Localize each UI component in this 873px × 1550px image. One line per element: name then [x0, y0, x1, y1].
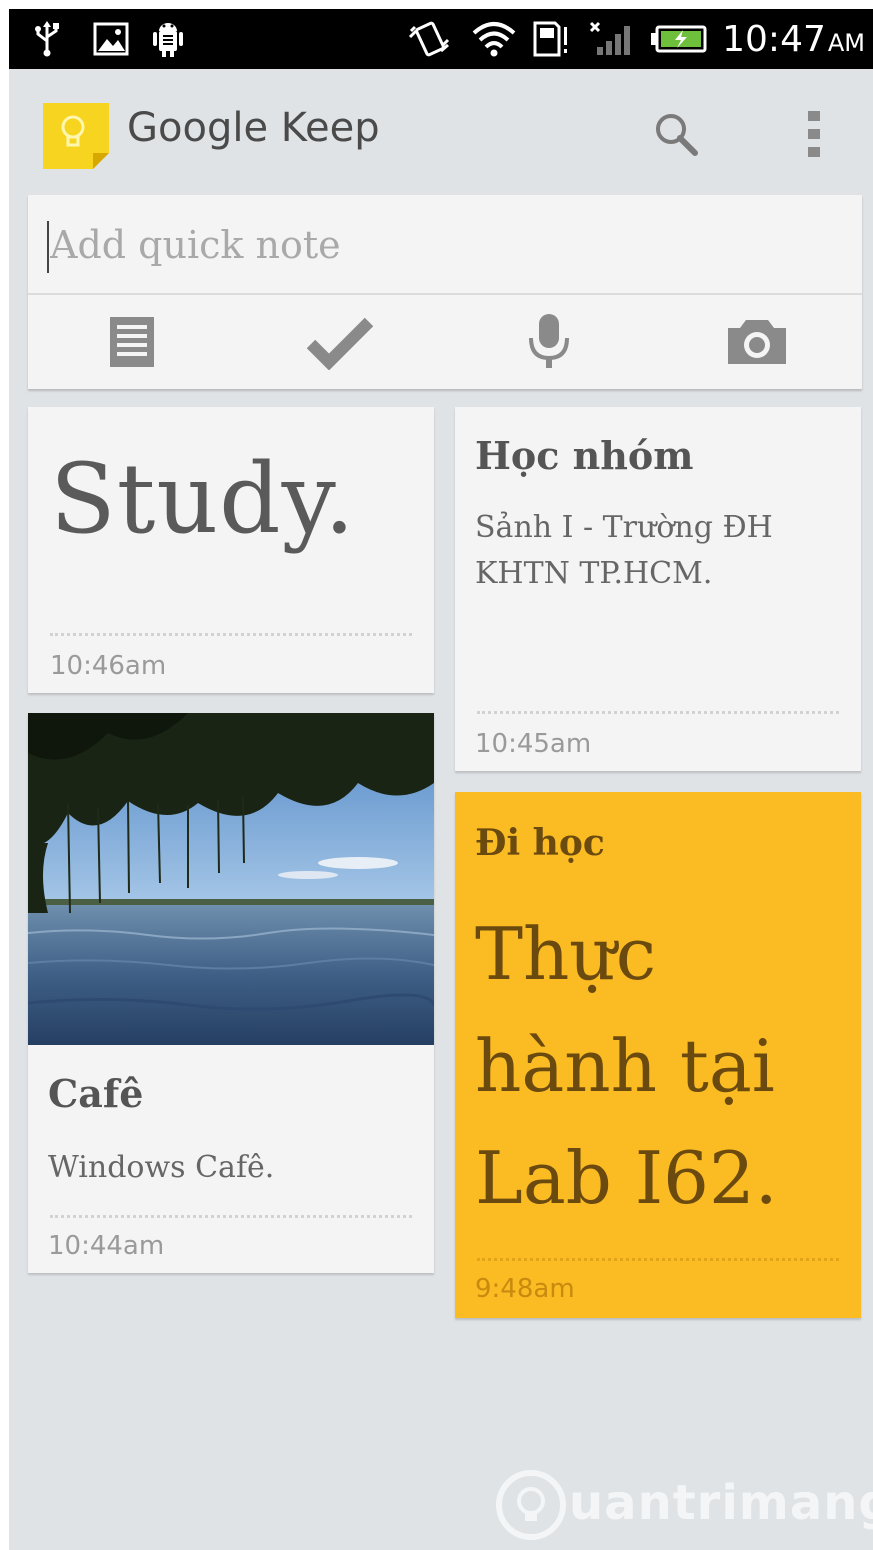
screen: 10:47AM Google Keep Add quick note Study…	[9, 9, 873, 1550]
note-card-study[interactable]: Study. 10:46am	[28, 407, 434, 693]
voice-note-button[interactable]	[514, 307, 584, 377]
camera-icon	[728, 320, 786, 364]
note-title: Học nhóm	[475, 433, 694, 478]
lake-photo	[28, 713, 434, 1045]
text-cursor	[47, 221, 49, 273]
note-card-hoc-nhom[interactable]: Học nhóm Sảnh I - Trường ĐH KHTN TP.HCM.…	[455, 407, 861, 771]
note-body: Windows Cafê.	[48, 1150, 275, 1185]
note-card-cafe[interactable]: Cafê Windows Cafê. 10:44am	[28, 713, 434, 1273]
quick-note-toolbar	[28, 295, 862, 389]
sd-card-icon	[533, 21, 567, 57]
keep-logo-icon	[43, 103, 109, 169]
watermark-text: uantrimang	[569, 1475, 873, 1531]
note-title: Cafê	[48, 1071, 144, 1116]
note-divider	[50, 633, 412, 636]
note-time: 9:48am	[475, 1274, 575, 1304]
no-signal-icon	[589, 21, 630, 55]
new-checklist-button[interactable]	[305, 307, 375, 377]
quick-note-panel	[28, 195, 862, 389]
note-body: Sảnh I - Trường ĐH KHTN TP.HCM.	[475, 510, 773, 591]
note-body: Thực hành tại Lab I62.	[475, 912, 778, 1220]
android-debug-icon	[153, 23, 183, 57]
vibrate-icon	[408, 21, 450, 57]
note-divider	[477, 711, 839, 714]
status-time: 10:47	[722, 19, 826, 60]
image-notification-icon	[93, 22, 129, 56]
note-time: 10:45am	[475, 729, 592, 759]
note-divider	[50, 1215, 412, 1218]
status-bar: 10:47AM	[9, 9, 873, 69]
note-card-di-hoc[interactable]: Đi học Thực hành tại Lab I62. 9:48am	[455, 792, 861, 1318]
note-time: 10:46am	[50, 651, 167, 681]
note-body: Study.	[50, 443, 356, 555]
action-bar: Google Keep	[9, 69, 873, 189]
watermark: uantrimang	[495, 1465, 873, 1545]
usb-icon	[35, 21, 59, 57]
battery-charging-icon	[651, 25, 707, 53]
note-title: Đi học	[475, 822, 605, 864]
quick-note-input[interactable]	[50, 215, 830, 275]
overflow-menu-icon[interactable]	[799, 105, 829, 165]
app-title: Google Keep	[127, 105, 380, 151]
text-note-icon	[110, 317, 154, 367]
checklist-icon	[307, 317, 373, 370]
watermark-bulb-icon	[496, 1470, 566, 1540]
note-divider	[477, 1258, 839, 1261]
note-time: 10:44am	[48, 1231, 165, 1261]
new-text-note-button[interactable]	[97, 307, 167, 377]
photo-note-button[interactable]	[722, 307, 792, 377]
status-ampm: AM	[827, 29, 865, 57]
search-icon[interactable]	[649, 107, 705, 163]
quick-note-input-row	[28, 195, 862, 295]
microphone-icon	[529, 314, 569, 368]
wifi-icon	[472, 22, 516, 57]
status-clock: 10:47AM	[722, 19, 865, 60]
